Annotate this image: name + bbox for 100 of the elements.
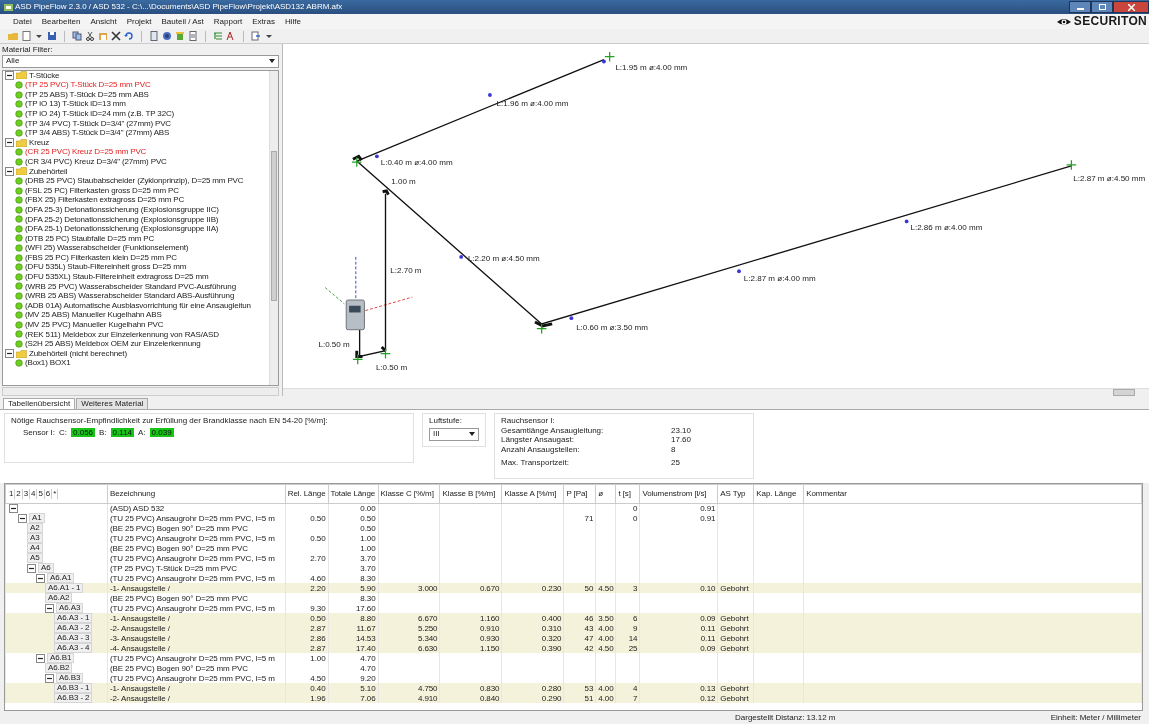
minimize-button[interactable] [1069,1,1091,13]
summary-value: 25 [671,458,680,468]
class-value: 0.056 [71,427,96,438]
table-cell: 7 [616,693,640,703]
tree-item-label[interactable]: (CR 25 PVC) Kreuz D=25 mm PVC [25,147,147,157]
collapse-toggle-icon[interactable] [5,138,14,148]
table-cell: 0.12 [639,693,718,703]
material-filter-dropdown[interactable]: Alle [2,54,279,68]
column-header[interactable]: AS Typ [717,484,754,504]
horizontal-scrollbar[interactable] [2,387,279,396]
tree-item-label[interactable]: (WRB 25 ABS) Wasserabscheider Standard ABS-Ausführung [25,291,235,301]
tree-item-label[interactable]: (DFA 25-1) Detonationssicherung (Explosionsgruppe IIA) [25,224,219,234]
collapse-toggle-icon[interactable] [9,504,18,513]
collapse-toggle-icon[interactable] [5,166,14,176]
page-icon[interactable] [21,31,31,41]
level-column-header[interactable]: 6 [44,489,53,499]
air-level-label: Luftstufe: [429,416,463,426]
menu-item[interactable]: Ansicht [85,16,122,27]
collapse-toggle-icon[interactable] [36,573,45,583]
column-header[interactable]: Kommentar [803,484,1142,504]
tree-item-label[interactable]: (MV 25 PVC) Manueller Kugelhahn PVC [25,320,164,330]
table-cell: Gebohrt [717,693,754,703]
tree-item-label[interactable]: (Box1) BOX1 [25,358,71,368]
column-header[interactable]: Klasse C [%/m] [378,484,440,504]
tree-item-label[interactable]: (DFU 535L) Staub-Filtereinheit gross D=25 mm [25,262,187,273]
vertical-scrollbar[interactable] [269,70,278,385]
tree-group-label[interactable]: T-Stücke [29,70,60,81]
document-icon[interactable] [149,31,159,41]
tree-item-label[interactable]: (TP 25 ABS) T-Stück D=25 mm ABS [25,89,149,100]
tree-item-label[interactable]: (DRB 25 PVC) Staubabscheider (Zyklonprinzip), D=25 mm PVC [25,176,244,186]
font-icon[interactable] [226,31,236,41]
menu-item[interactable]: Datei [8,16,37,27]
column-header[interactable]: Kap. Länge [753,484,804,504]
scissors-icon[interactable] [85,31,95,41]
delete-icon[interactable] [111,31,121,41]
horizontal-scrollbar[interactable] [283,388,1149,396]
row-id[interactable]: A6.B3 - 2 [54,693,93,703]
level-column-header[interactable]: 5 [37,489,45,499]
menu-item[interactable]: Projekt [121,16,157,27]
air-level-dropdown[interactable]: III [429,427,479,441]
collapse-toggle-icon[interactable] [5,70,14,80]
sensor-label: Sensor I: [23,427,55,438]
tree-item-label[interactable]: (ADB 01A) Automatische Ausblasvorrichtung für eine Ansaugleitun [25,300,251,311]
column-header[interactable]: Rel. Länge [285,484,328,504]
export-icon[interactable] [251,31,261,41]
column-header[interactable]: Volumenstrom [l/s] [639,484,718,504]
tree-item-label[interactable]: (TP iO 24) T-Stück iD=24 mm (z.B. TP 32C) [25,108,175,119]
tree-group-label[interactable]: Zubehörteil [29,166,68,177]
tree-item-label[interactable]: (REK 511) Meldebox zur Einzelerkennung von RAS/ASD [25,329,219,340]
level-column-header[interactable]: 2 [15,489,23,499]
tree-item-label[interactable]: (DFA 25-3) Detonationssicherung (Explosionsgruppe IIC) [25,204,219,215]
document-icon[interactable] [188,31,198,41]
collapse-toggle-icon[interactable] [36,653,45,663]
level-column-header[interactable]: 1 [8,489,16,499]
tree-item-label[interactable]: (DFA 25-2) Detonationssicherung (Explosionsgruppe IIB) [25,214,219,225]
tree-item-label[interactable]: (WRB 25 PVC) Wasserabscheider Standard PVC-Ausführung [25,281,236,292]
app-icon [4,2,13,12]
column-header[interactable]: P [Pa] [563,484,596,504]
column-header[interactable]: Klasse A [%/m] [501,484,564,504]
collapse-toggle-icon[interactable] [45,673,54,683]
menu-item[interactable]: Hilfe [279,16,306,27]
close-button[interactable] [1113,1,1149,13]
tree-item-label[interactable]: (CR 3/4 PVC) Kreuz D=3/4" (27mm) PVC [25,156,167,167]
tree-item-label[interactable]: (TP 3/4 PVC) T-Stück D=3/4" (27mm) PVC [25,118,171,129]
tree-item-label[interactable]: (MV 25 ABS) Manueller Kugelhahn ABS [25,310,162,321]
maximize-button[interactable] [1091,1,1113,13]
tree-item-label[interactable]: (TP 25 PVC) T-Stück D=25 mm PVC [25,80,151,90]
menu-item[interactable]: Rapport [208,16,248,27]
tree-group-label[interactable]: Zubehörteil (nicht berechnet) [29,348,127,359]
column-header[interactable]: t [s] [616,484,640,504]
collapse-toggle-icon[interactable] [5,349,14,359]
column-header[interactable]: Bezeichnung [107,484,286,504]
tree-group-label[interactable]: Kreuz [29,137,50,148]
menu-item[interactable]: Bauteil / Ast [156,16,209,27]
menu-item[interactable]: Extras [247,16,280,27]
level-column-header[interactable]: * [52,489,59,499]
copy-icon[interactable] [72,31,82,41]
collapse-toggle-icon[interactable] [18,513,27,523]
collapse-toggle-icon[interactable] [27,563,36,573]
table-cell: 51 [563,693,596,703]
tree-item-label[interactable]: (TP 3/4 ABS) T-Stück D=3/4" (27mm) ABS [25,128,170,138]
tree-item-label[interactable]: (DTB 25 PC) Staubfalle D=25 mm PC [25,233,155,244]
undo-icon[interactable] [124,31,134,41]
tree-item-label[interactable]: (FBX 25) Filterkasten extragross D=25 mm PC [25,195,185,205]
tree-item-label[interactable]: (FBS 25 PC) Filterkasten klein D=25 mm PC [25,252,177,263]
tree-item-label[interactable]: (TP iO 13) T-Stück iD=13 mm [25,99,126,109]
collapse-toggle-icon[interactable] [45,603,54,613]
level-column-header[interactable]: 4 [30,489,38,499]
column-header[interactable]: Klasse B [%/m] [439,484,502,504]
column-header[interactable]: Totale Länge [328,484,378,504]
tree-item-label[interactable]: (DFU 535XL) Staub-Filtereinheit extragross D=25 mm [25,272,209,282]
tree-item-label[interactable]: (FSL 25 PC) Filterkasten gross D=25 mm PC [25,185,179,196]
level-column-header[interactable]: 3 [22,489,31,499]
menu-item[interactable]: Bearbeiten [36,16,86,27]
sensor-summary-title: Rauchsensor I: [501,416,556,426]
filter-label: Material Filter: [2,45,54,55]
tree-item-label[interactable]: (S2H 25 ABS) Meldebox OEM zur Einzelerkennung [25,339,201,349]
tree-item-label[interactable]: (WFI 25) Wasserabscheider (Funktionselement) [25,243,189,253]
column-header[interactable]: ø [595,484,616,504]
table-cell: -2- Ansaugstelle / [107,693,286,703]
